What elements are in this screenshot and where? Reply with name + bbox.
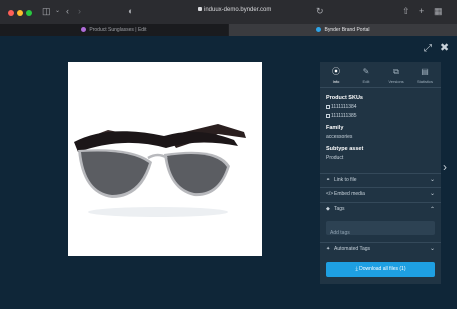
zoom-window-button[interactable] <box>26 10 32 16</box>
url-text: induux-demo.bynder.com <box>204 7 272 13</box>
chevron-down-icon: ⌄ <box>429 191 435 197</box>
tab-bynder-brand-portal[interactable]: Bynder Brand Portal <box>229 24 457 36</box>
subtype-value: Product <box>326 155 344 161</box>
section-label: Tags <box>334 206 345 212</box>
chevron-right-icon[interactable]: › <box>78 6 81 16</box>
lock-icon <box>198 7 202 11</box>
share-icon[interactable]: ⇧ <box>402 6 410 16</box>
sku-value: 1111111385 <box>331 113 357 119</box>
tab-label: Versions <box>388 79 404 84</box>
browser-toolbar: ◫ ⌄ ‹ › ◐ induux-demo.bynder.com ↻ ⇧ + ▦ <box>0 0 457 24</box>
asset-image <box>68 62 262 256</box>
favicon-icon <box>81 27 87 32</box>
expand-icon[interactable]: ⤢ <box>424 44 432 54</box>
tab-label: Edit <box>362 79 370 84</box>
download-label: Download all files (1) <box>359 266 406 272</box>
versions-icon: ⧉ <box>393 67 399 76</box>
tab-label: Info <box>332 79 340 84</box>
chevron-down-icon[interactable]: ⌄ <box>55 6 60 16</box>
subtype-label: Subtype asset <box>326 146 364 152</box>
chevron-down-icon: ⌄ <box>429 177 435 183</box>
tags-section[interactable]: ◆ Tags ⌃ <box>320 202 441 216</box>
sidebar-icon[interactable]: ◫ <box>42 6 51 16</box>
link-to-file-section[interactable]: ⚭ Link to file ⌄ <box>320 173 441 187</box>
close-window-button[interactable] <box>8 10 14 16</box>
tab-edit[interactable]: ✎ Edit <box>351 62 381 88</box>
automated-tags-section[interactable]: ✦ Automated Tags ⌄ <box>320 242 441 256</box>
link-icon: ⚭ <box>326 177 331 183</box>
add-tags-field[interactable] <box>326 221 435 240</box>
family-label: Family <box>326 125 344 131</box>
tab-title: Product Sunglasses | Edit <box>89 27 147 33</box>
embed-icon: </> <box>326 191 334 197</box>
checkbox-icon <box>326 105 330 109</box>
sunglasses-image <box>74 124 246 217</box>
edit-icon: ✎ <box>362 67 370 76</box>
sku-value: 1111111384 <box>331 104 357 110</box>
section-label: Embed media <box>334 191 365 197</box>
family-value: accessories <box>326 134 353 140</box>
embed-media-section[interactable]: </> Embed media ⌄ <box>320 187 441 201</box>
tab-product-sunglasses[interactable]: Product Sunglasses | Edit <box>0 24 228 36</box>
panel-tabs: ⦿ Info ✎ Edit ⧉ Versions ▤ Statistics <box>320 62 441 88</box>
download-all-button[interactable]: ⤓ Download all files (1) <box>326 262 435 277</box>
close-icon[interactable]: ✖ <box>440 43 449 54</box>
section-label: Link to file <box>334 177 357 183</box>
address-bar[interactable]: induux-demo.bynder.com <box>198 7 271 13</box>
chevron-left-icon[interactable]: ‹ <box>66 6 69 16</box>
reload-icon[interactable]: ↻ <box>316 6 324 16</box>
chevron-right-icon[interactable]: › <box>443 160 447 174</box>
tab-info[interactable]: ⦿ Info <box>321 62 351 88</box>
statistics-icon: ▤ <box>421 67 429 76</box>
tab-bar: Product Sunglasses | Edit Bynder Brand P… <box>0 24 457 36</box>
tab-versions[interactable]: ⧉ Versions <box>381 62 411 88</box>
plus-icon[interactable]: + <box>419 6 424 16</box>
grid-icon[interactable]: ▦ <box>434 6 443 16</box>
chevron-up-icon: ⌃ <box>429 207 435 213</box>
download-icon: ⤓ <box>355 266 358 272</box>
checkbox-icon <box>326 114 330 118</box>
section-label: Automated Tags <box>334 246 371 252</box>
wand-icon: ✦ <box>326 246 331 252</box>
tag-icon: ◆ <box>326 206 330 212</box>
info-icon: ⦿ <box>332 67 340 76</box>
tab-title: Bynder Brand Portal <box>324 27 370 33</box>
tab-label: Statistics <box>416 79 433 84</box>
shield-icon[interactable]: ◐ <box>128 6 133 16</box>
favicon-icon <box>316 27 322 32</box>
chevron-down-icon: ⌄ <box>429 246 435 252</box>
asset-info-panel: ⦿ Info ✎ Edit ⧉ Versions ▤ Statistics Pr… <box>320 62 441 284</box>
sku-item[interactable]: 1111111385 <box>326 113 357 120</box>
add-tags-input[interactable] <box>326 226 435 240</box>
tab-statistics[interactable]: ▤ Statistics <box>410 62 440 88</box>
minimize-window-button[interactable] <box>17 10 23 16</box>
sku-item[interactable]: 1111111384 <box>326 104 357 111</box>
product-skus-label: Product SKUs <box>326 95 363 101</box>
